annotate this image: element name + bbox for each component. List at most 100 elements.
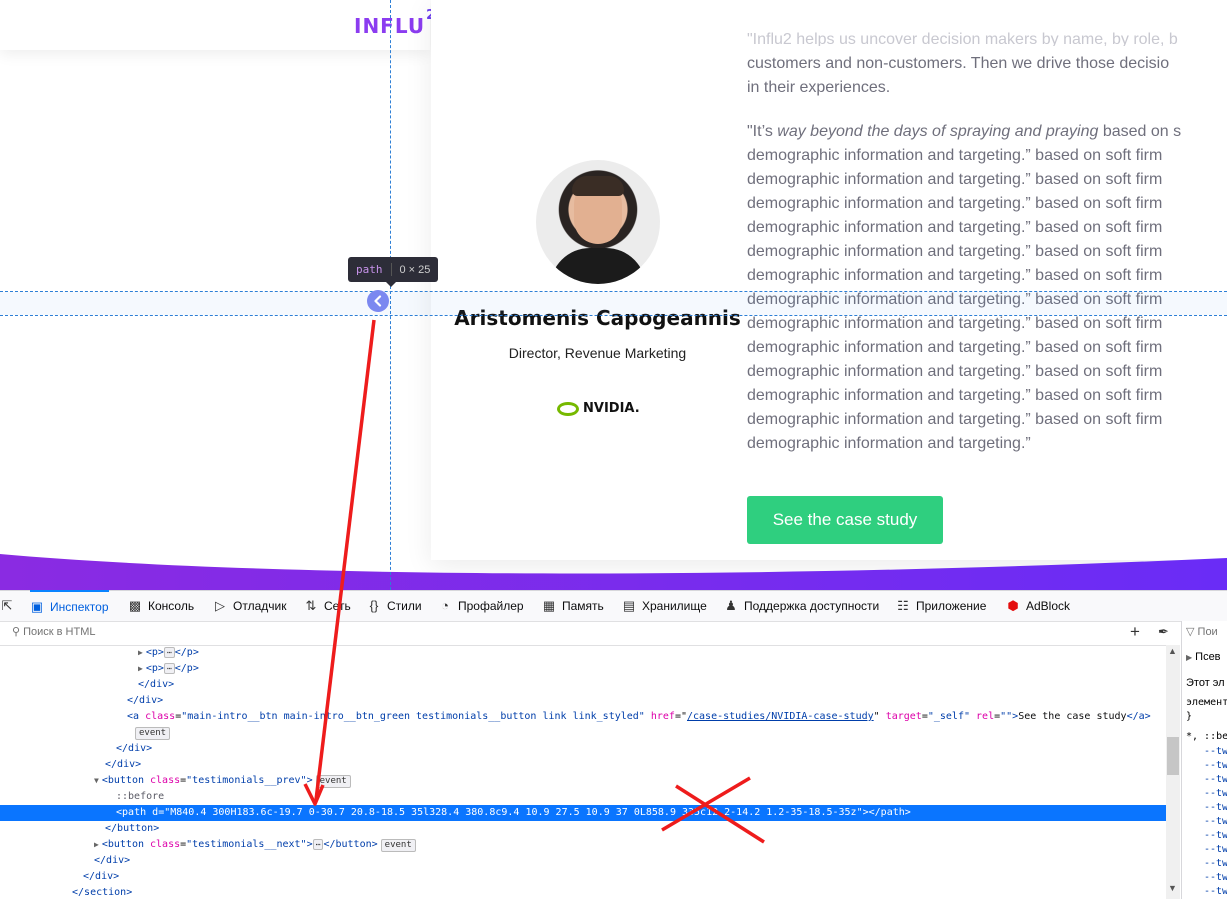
- markup-scrollbar[interactable]: ▲ ▼: [1166, 645, 1180, 899]
- guide-line-top: [0, 291, 1227, 292]
- tab-profiler[interactable]: ◔ Профайлер: [438, 591, 524, 621]
- quote-line: demographic information and targeting.” …: [747, 411, 1163, 428]
- devtools-toolbar: ⇱ ▣ Инспектор ▩ Консоль ▷ Отладчик ⇅ Сеть {}…: [0, 590, 1227, 622]
- rules-filter[interactable]: ▽ Пои: [1186, 625, 1218, 638]
- this-element-label: Этот эл: [1186, 677, 1225, 689]
- avatar-shirt: [550, 248, 646, 284]
- tab-accessibility[interactable]: ♟ Поддержка доступности: [724, 591, 879, 621]
- quote-line: demographic information and targeting.” …: [747, 219, 1163, 236]
- quote-line: in their experiences.: [747, 79, 891, 96]
- application-icon: ☷: [897, 598, 909, 613]
- inspector-icon: ▣: [30, 599, 44, 614]
- quote-line: demographic information and targeting.” …: [747, 267, 1163, 284]
- add-node-icon[interactable]: +: [1130, 622, 1140, 642]
- tree-row[interactable]: ▼ <button class="testimonials__prev"> even…: [0, 773, 1166, 789]
- css-variable: --tw: [1204, 872, 1227, 883]
- scrollbar-thumb[interactable]: [1167, 737, 1179, 775]
- see-case-study-button[interactable]: See the case study: [747, 496, 943, 544]
- purple-wave: [0, 554, 1227, 590]
- css-variable: --tw: [1204, 746, 1227, 757]
- search-icon: ⚲: [12, 626, 21, 638]
- tree-row[interactable]: </button>: [0, 821, 1166, 837]
- quote-intro: customers and non-customers. Then we dri…: [747, 52, 1227, 100]
- event-badge[interactable]: event: [380, 839, 416, 852]
- quote-body: "It’s way beyond the days of spraying an…: [747, 120, 1227, 456]
- nvidia-wordmark: NVIDIA.: [583, 401, 640, 416]
- tree-row[interactable]: event: [0, 725, 1166, 741]
- rules-sidebar: ▽ Пои ▶ Псев Этот эл элемент } *, ::be --…: [1181, 621, 1227, 899]
- quote-line: demographic information and targeting.”: [747, 435, 1031, 452]
- tab-application[interactable]: ☷ Приложение: [896, 591, 986, 621]
- event-badge[interactable]: event: [135, 727, 171, 740]
- tree-row[interactable]: </div>: [0, 869, 1166, 885]
- debugger-icon: ▷: [215, 598, 225, 613]
- quote-line: demographic information and targeting.” …: [747, 147, 1163, 164]
- quote-line: demographic information and targeting.” …: [747, 243, 1163, 260]
- tab-style-editor[interactable]: {} Стили: [367, 591, 422, 621]
- memory-icon: ▦: [542, 598, 556, 613]
- profiler-icon: ◔: [441, 598, 449, 613]
- element-highlight: [0, 292, 1227, 315]
- tree-row-selected[interactable]: <path d="M840.4 300H183.6c-19.7 0-30.7 2…: [0, 805, 1166, 821]
- scroll-up-icon[interactable]: ▲: [1168, 646, 1177, 656]
- quote-line: "It’s way beyond the days of spraying an…: [747, 123, 1182, 140]
- style-editor-icon: {}: [369, 598, 379, 613]
- tab-inspector[interactable]: ▣ Инспектор: [30, 590, 109, 622]
- storage-icon: ▤: [622, 598, 636, 613]
- nvidia-eye-icon: [557, 402, 579, 416]
- css-variable: --tw: [1204, 816, 1227, 827]
- eyedropper-icon[interactable]: ✒: [1158, 624, 1169, 640]
- tree-row[interactable]: </section>: [0, 885, 1166, 899]
- tooltip-dimensions: 0 × 25: [399, 263, 431, 276]
- adblock-icon: ⬢: [1007, 598, 1019, 613]
- css-variable: --tw: [1204, 858, 1227, 869]
- guide-line-bottom: [0, 315, 1227, 316]
- quote-line: customers and non-customers. Then we dri…: [747, 55, 1170, 72]
- tree-row[interactable]: </div>: [0, 693, 1166, 709]
- tree-row[interactable]: ▶ <p> ⋯ </p>: [0, 645, 1166, 661]
- network-icon: ⇅: [305, 598, 317, 613]
- nvidia-logo: NVIDIA.: [557, 400, 647, 420]
- element-picker-icon[interactable]: ⇱: [0, 591, 14, 621]
- tab-debugger[interactable]: ▷ Отладчик: [213, 591, 286, 621]
- event-badge[interactable]: event: [315, 775, 351, 788]
- tree-row[interactable]: </div>: [0, 757, 1166, 773]
- tree-row[interactable]: </div>: [0, 853, 1166, 869]
- tooltip-tag: path: [348, 263, 392, 276]
- rule-brace: }: [1186, 711, 1193, 722]
- tree-row[interactable]: ▶ <button class="testimonials__next"> ⋯ </b…: [0, 837, 1166, 853]
- avatar-hair: [572, 176, 624, 196]
- accessibility-icon: ♟: [725, 598, 737, 613]
- tree-row[interactable]: <a class="main-intro__btn main-intro__bt…: [0, 709, 1166, 725]
- tree-row[interactable]: ::before: [0, 789, 1166, 805]
- testimonials-prev-button[interactable]: [367, 290, 389, 312]
- tab-memory[interactable]: ▦ Память: [542, 591, 604, 621]
- influ2-logo[interactable]: INFLU2: [354, 8, 436, 38]
- tree-row[interactable]: </div>: [0, 741, 1166, 757]
- html-search-input[interactable]: ⚲ Поиск в HTML: [12, 625, 96, 638]
- tree-row[interactable]: </div>: [0, 677, 1166, 693]
- console-icon: ▩: [128, 598, 142, 613]
- inspector-tooltip: path 0 × 25: [348, 257, 439, 287]
- tab-network[interactable]: ⇅ Сеть: [304, 591, 351, 621]
- css-variable: --tw: [1204, 802, 1227, 813]
- quote-line: demographic information and targeting.” …: [747, 339, 1163, 356]
- tab-adblock[interactable]: ⬢ AdBlock: [1006, 591, 1070, 621]
- chevron-left-icon: [374, 295, 382, 307]
- element-rule: элемент: [1186, 697, 1227, 708]
- css-variable: --tw: [1204, 886, 1227, 897]
- rule-selector: *, ::be: [1186, 731, 1227, 742]
- tab-storage[interactable]: ▤ Хранилище: [622, 591, 707, 621]
- tree-row[interactable]: ▶ <p> ⋯ </p>: [0, 661, 1166, 677]
- filter-icon: ▽: [1186, 626, 1195, 638]
- pseudo-section[interactable]: ▶ Псев: [1186, 651, 1221, 663]
- quote-line: demographic information and targeting.” …: [747, 363, 1163, 380]
- quote-line: demographic information and targeting.” …: [747, 387, 1163, 404]
- css-variable: --tw: [1204, 830, 1227, 841]
- tab-console[interactable]: ▩ Консоль: [128, 591, 194, 621]
- scroll-down-icon[interactable]: ▼: [1168, 883, 1177, 893]
- quote-faded-line: "Influ2 helps us uncover decision makers…: [747, 31, 1178, 46]
- css-variable: --tw: [1204, 844, 1227, 855]
- site-header: INFLU2: [0, 0, 435, 50]
- quote-line: demographic information and targeting.” …: [747, 195, 1163, 212]
